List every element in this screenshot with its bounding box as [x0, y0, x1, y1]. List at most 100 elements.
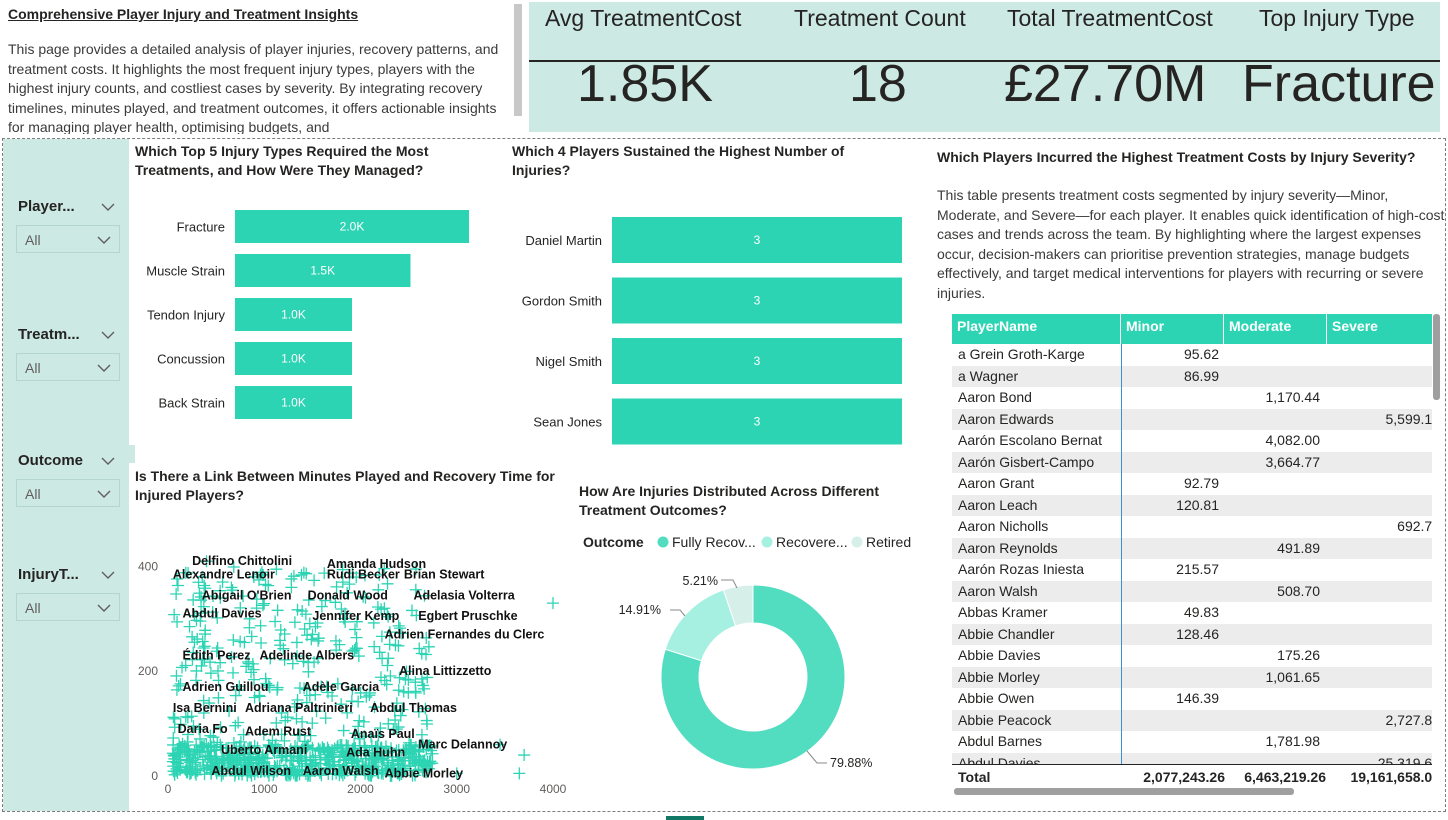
table-row[interactable]: Abbie Peacock 2,727.89	[952, 709, 1432, 731]
column-header-moderate[interactable]: Moderate	[1224, 314, 1327, 344]
minutes-vs-recovery-scatter[interactable]: 0 1000 2000 3000 4000 0 200 400 Delfino Chittoli…	[130, 540, 575, 802]
scatter-point[interactable]	[183, 620, 196, 633]
page-tab-indicator[interactable]	[666, 816, 704, 820]
chevron-down-icon[interactable]	[101, 330, 115, 340]
scatter-point[interactable]	[350, 631, 363, 644]
injury-types-bar-chart[interactable]: Fracture 2.0K Muscle Strain 1.5K Tendon Inju…	[135, 200, 495, 425]
scatter-point[interactable]	[513, 767, 526, 780]
scatter-point[interactable]	[227, 666, 240, 679]
scatter-point[interactable]	[287, 570, 300, 583]
scatter-point[interactable]	[298, 622, 311, 635]
scatter-point[interactable]	[186, 630, 199, 643]
scatter-point[interactable]	[245, 666, 258, 679]
table-row[interactable]: a Wagner 86.99	[952, 365, 1432, 387]
donut-slice[interactable]	[664, 589, 737, 662]
chevron-down-icon[interactable]	[101, 570, 115, 580]
scatter-point[interactable]	[168, 608, 181, 621]
table-horizontal-scrollbar[interactable]	[954, 788, 1294, 795]
scatter-point[interactable]	[190, 664, 203, 677]
table-row[interactable]: Abbas Kramer 49.83	[952, 602, 1432, 624]
scatter-point[interactable]	[308, 574, 321, 587]
legend-marker[interactable]	[761, 536, 773, 548]
scatter-point[interactable]	[191, 633, 204, 646]
legend-item-label[interactable]: Fully Recov...	[672, 534, 756, 550]
scatter-point-label: Abigail O'Brien	[202, 588, 292, 602]
chevron-down-icon[interactable]	[101, 202, 115, 212]
scatter-point[interactable]	[290, 636, 303, 649]
scatter-point[interactable]	[188, 636, 201, 649]
top-players-bar-chart[interactable]: Daniel Martin 3 Gordon Smith 3 Nigel Smith 3 S…	[505, 205, 910, 455]
scatter-point[interactable]	[245, 630, 258, 643]
scatter-point[interactable]	[381, 659, 394, 672]
scatter-point[interactable]	[382, 652, 395, 665]
slicer-player-dropdown[interactable]: All	[16, 225, 120, 253]
legend-item-label[interactable]: Recovere...	[776, 534, 848, 550]
table-row[interactable]: Aaron Walsh 508.70	[952, 580, 1432, 602]
scatter-point-label: Aaron Walsh	[303, 764, 379, 778]
slicer-treatment-dropdown[interactable]: All	[16, 353, 120, 381]
table-row[interactable]: Abbie Morley 1,061.65	[952, 666, 1432, 688]
column-header-minor[interactable]: Minor	[1121, 314, 1224, 344]
scatter-point[interactable]	[373, 646, 386, 659]
scatter-point[interactable]	[269, 615, 282, 628]
scatter-point[interactable]	[348, 623, 361, 636]
bar-category-label: Daniel Martin	[525, 233, 602, 248]
table-row[interactable]: Aaron Reynolds 491.89	[952, 537, 1432, 559]
table-row[interactable]: Aaron Leach 120.81	[952, 494, 1432, 516]
table-row[interactable]: Abdul Barnes 1,781.98	[952, 731, 1432, 753]
table-row[interactable]: Aaron Edwards 5,599.10	[952, 408, 1432, 430]
total-severe: 19,161,658.08	[1350, 769, 1432, 785]
chevron-down-icon[interactable]	[101, 456, 115, 466]
chevron-down-icon	[97, 604, 111, 612]
table-row[interactable]: Aarón Escolano Bernat 4,082.00	[952, 430, 1432, 452]
column-header-severe[interactable]: Severe	[1327, 314, 1432, 344]
table-row[interactable]: Aarón Gisbert-Campo 3,664.77	[952, 451, 1432, 473]
scatter-point[interactable]	[368, 640, 381, 653]
scatter-point-label: Adriana Paltrinieri	[245, 701, 353, 715]
slicer-injury-type-value: All	[25, 600, 41, 616]
scatter-point[interactable]	[297, 566, 310, 579]
scatter-point[interactable]	[422, 640, 435, 653]
table-row[interactable]: Abbie Davies 175.26	[952, 645, 1432, 667]
scatter-point[interactable]	[254, 619, 267, 632]
table-row[interactable]: Aaron Grant 92.79	[952, 473, 1432, 495]
scatter-point[interactable]	[171, 615, 184, 628]
scatter-point[interactable]	[229, 719, 242, 732]
scatter-point[interactable]	[420, 714, 433, 727]
scatter-point[interactable]	[227, 634, 240, 647]
column-header-playername[interactable]: PlayerName	[952, 314, 1121, 344]
cell-moderate: 175.26	[1277, 647, 1320, 663]
scatter-point[interactable]	[518, 749, 531, 762]
table-vertical-scrollbar[interactable]	[1433, 314, 1440, 400]
table-row[interactable]: Aaron Bond 1,170.44	[952, 387, 1432, 409]
slicer-injury-type-dropdown[interactable]: All	[16, 593, 120, 621]
scatter-point[interactable]	[232, 716, 245, 729]
table-row[interactable]: a Grein Groth-Karge 95.62	[952, 344, 1432, 366]
scatter-point[interactable]	[288, 616, 301, 629]
cell-moderate: 4,082.00	[1265, 432, 1321, 448]
table-row[interactable]: Abbie Owen 146.39	[952, 688, 1432, 710]
table-row[interactable]: Aaron Nicholls 692.72	[952, 516, 1432, 538]
table-row[interactable]: Aarón Rozas Iniesta 215.57	[952, 559, 1432, 581]
cost-table[interactable]: PlayerName Minor Moderate Severe a Grein…	[952, 314, 1432, 788]
slicer-outcome-dropdown[interactable]: All	[16, 479, 120, 507]
scatter-point[interactable]	[271, 604, 284, 617]
legend-item-label[interactable]: Retired	[866, 534, 911, 550]
scatter-point[interactable]	[413, 642, 426, 655]
scatter-point[interactable]	[337, 724, 350, 737]
scatter-point[interactable]	[243, 621, 256, 634]
scatter-point[interactable]	[547, 597, 559, 610]
legend-marker[interactable]	[851, 536, 863, 548]
outcome-donut-chart[interactable]: Outcome Fully Recov... Recovere... Retired 7…	[575, 528, 920, 790]
table-row[interactable]: Abbie Chandler 128.46	[952, 623, 1432, 645]
legend-marker[interactable]	[657, 536, 669, 548]
cell-player-name: Abbie Chandler	[958, 625, 1055, 642]
scatter-point[interactable]	[392, 684, 405, 697]
scatter-point[interactable]	[204, 667, 217, 680]
scatter-point[interactable]	[247, 663, 260, 676]
intro-scrollbar[interactable]	[514, 4, 522, 116]
scatter-point[interactable]	[170, 587, 183, 600]
scatter-point[interactable]	[392, 639, 405, 652]
scatter-point[interactable]	[312, 634, 325, 647]
scatter-point[interactable]	[255, 636, 268, 649]
